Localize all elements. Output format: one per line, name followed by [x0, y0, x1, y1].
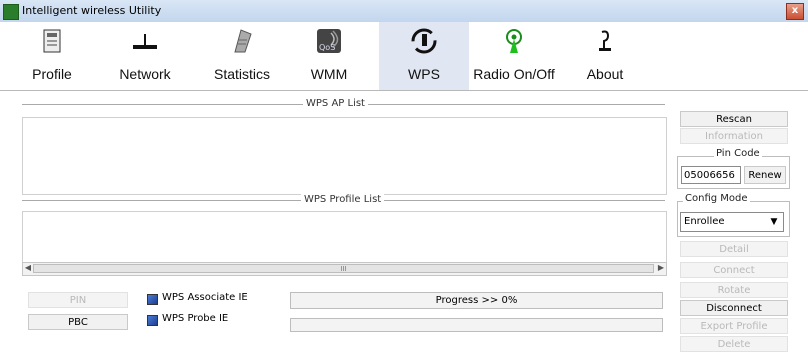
information-button[interactable]: Information: [680, 128, 788, 144]
wps-icon: [411, 28, 437, 54]
tab-label: Profile: [32, 66, 72, 82]
toolbar: Profile Network Statistics QoS WMM WPS R…: [0, 22, 808, 91]
renew-button[interactable]: Renew: [744, 166, 786, 184]
tab-wps[interactable]: WPS: [379, 22, 469, 90]
window-title: Intelligent wireless Utility: [22, 4, 162, 17]
tab-about[interactable]: About: [580, 22, 630, 90]
wps-associate-ie-checkbox[interactable]: [147, 294, 158, 305]
wps-ap-list[interactable]: [22, 117, 667, 195]
config-mode-label: Config Mode: [683, 193, 750, 204]
scroll-left-icon[interactable]: ◀: [23, 262, 33, 274]
delete-button[interactable]: Delete: [680, 336, 788, 352]
app-icon: [3, 4, 19, 20]
about-icon: [599, 30, 611, 51]
profile-icon: [43, 29, 61, 53]
progress-bar: Progress >> 0%: [290, 292, 663, 309]
config-mode-value: Enrollee: [684, 216, 725, 227]
export-profile-button[interactable]: Export Profile: [680, 318, 788, 334]
tab-profile[interactable]: Profile: [26, 22, 78, 90]
tab-statistics[interactable]: Statistics: [206, 22, 278, 90]
close-button[interactable]: x: [786, 3, 804, 20]
router-icon: [133, 34, 157, 49]
wps-probe-ie-checkbox[interactable]: [147, 315, 158, 326]
rescan-button[interactable]: Rescan: [680, 111, 788, 127]
wps-profile-list[interactable]: [22, 211, 667, 263]
tab-label: WPS: [408, 66, 440, 82]
statistics-icon: [234, 29, 252, 53]
ap-list-title: WPS AP List: [303, 98, 368, 109]
pbc-button[interactable]: PBC: [28, 314, 128, 330]
scroll-grip: III: [340, 265, 347, 273]
progress-text: Progress >> 0%: [435, 295, 518, 306]
chevron-down-icon[interactable]: ▼: [766, 214, 782, 230]
qos-badge: QoS: [319, 43, 335, 52]
detail-button[interactable]: Detail: [680, 241, 788, 257]
connect-button[interactable]: Connect: [680, 262, 788, 278]
config-mode-select[interactable]: Enrollee ▼: [680, 212, 784, 232]
disconnect-button[interactable]: Disconnect: [680, 300, 788, 316]
tab-wmm[interactable]: QoS WMM: [302, 22, 356, 90]
profile-list-title: WPS Profile List: [301, 194, 385, 205]
wps-associate-ie-label: WPS Associate IE: [162, 292, 248, 303]
wps-probe-ie-label: WPS Probe IE: [162, 313, 229, 324]
tab-label: Radio On/Off: [473, 66, 555, 82]
radio-antenna-icon: [506, 29, 522, 53]
status-bar: [290, 318, 663, 332]
tab-network[interactable]: Network: [110, 22, 180, 90]
scroll-right-icon[interactable]: ▶: [656, 262, 666, 274]
qos-icon: QoS: [317, 29, 341, 53]
tab-label: WMM: [310, 66, 348, 82]
tab-label: Statistics: [213, 66, 270, 82]
pin-code-label: Pin Code: [714, 148, 762, 159]
pin-code-field[interactable]: 05006656: [681, 166, 741, 184]
tab-label: Network: [119, 66, 171, 82]
tab-label: About: [586, 66, 624, 82]
scroll-thumb[interactable]: III: [33, 264, 654, 273]
rotate-button[interactable]: Rotate: [680, 282, 788, 298]
pin-button[interactable]: PIN: [28, 292, 128, 308]
tab-radio-on-off[interactable]: Radio On/Off: [468, 22, 560, 90]
title-bar: Intelligent wireless Utility x: [0, 0, 808, 23]
horizontal-scrollbar[interactable]: ◀ III ▶: [22, 262, 667, 276]
